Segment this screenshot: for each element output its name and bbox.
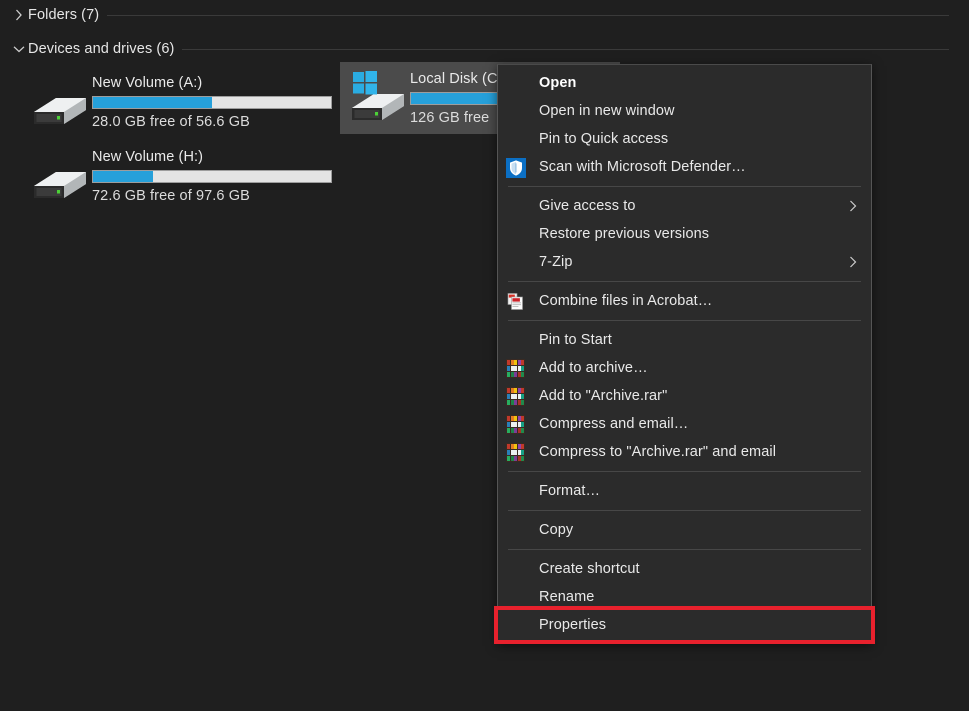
menu-item-copy[interactable]: Copy: [498, 516, 871, 544]
winrar-icon: [506, 358, 530, 378]
menu-separator: [508, 549, 861, 550]
drive-free-space-label: 72.6 GB free of 97.6 GB: [92, 187, 298, 205]
drive-context-menu[interactable]: Open Open in new window Pin to Quick acces…: [497, 64, 872, 644]
menu-item-scan-with-microsoft-defender[interactable]: Scan with Microsoft Defender…: [498, 153, 871, 181]
menu-item-7-zip[interactable]: 7-Zip: [498, 248, 871, 276]
menu-item-label: Scan with Microsoft Defender…: [539, 159, 861, 175]
menu-item-pin-to-quick-access[interactable]: Pin to Quick access: [498, 125, 871, 153]
menu-item-add-to-archive[interactable]: Add to archive…: [498, 354, 871, 382]
group-title-devices-and-drives: Devices and drives (6): [28, 41, 182, 57]
menu-icon-placeholder: [506, 129, 530, 149]
menu-item-give-access-to[interactable]: Give access to: [498, 192, 871, 220]
winrar-icon: [506, 386, 530, 406]
menu-item-restore-previous-versions[interactable]: Restore previous versions: [498, 220, 871, 248]
menu-separator: [508, 186, 861, 187]
menu-item-label: Copy: [539, 522, 861, 538]
menu-item-pin-to-start[interactable]: Pin to Start: [498, 326, 871, 354]
menu-item-label: Rename: [539, 589, 861, 605]
chevron-right-icon[interactable]: [10, 6, 28, 24]
menu-item-properties[interactable]: Properties: [498, 611, 871, 639]
winrar-icon: [506, 442, 530, 462]
menu-item-open-in-new-window[interactable]: Open in new window: [498, 97, 871, 125]
menu-item-label: Create shortcut: [539, 561, 861, 577]
acrobat-icon: [506, 291, 530, 311]
menu-icon-placeholder: [506, 615, 530, 635]
menu-icon-placeholder: [506, 224, 530, 244]
drive-capacity-fill: [93, 97, 212, 108]
menu-icon-placeholder: [506, 587, 530, 607]
menu-item-label: Compress to "Archive.rar" and email: [539, 444, 861, 460]
group-title-folders: Folders (7): [28, 7, 107, 23]
menu-item-format[interactable]: Format…: [498, 477, 871, 505]
menu-item-combine-files-in-acrobat[interactable]: Combine files in Acrobat…: [498, 287, 871, 315]
chevron-right-icon: [845, 254, 861, 270]
menu-item-label: Pin to Start: [539, 332, 861, 348]
menu-item-label: Add to archive…: [539, 360, 861, 376]
hard-drive-icon: [26, 70, 92, 134]
menu-item-label: Open: [539, 75, 861, 91]
menu-icon-placeholder: [506, 481, 530, 501]
menu-icon-placeholder: [506, 73, 530, 93]
menu-item-label: Format…: [539, 483, 861, 499]
group-header-folders[interactable]: Folders (7): [10, 4, 955, 26]
menu-icon-placeholder: [506, 252, 530, 272]
menu-item-rename[interactable]: Rename: [498, 583, 871, 611]
menu-icon-placeholder: [506, 520, 530, 540]
menu-item-label: Properties: [539, 617, 861, 633]
menu-icon-placeholder: [506, 101, 530, 121]
menu-item-label: Restore previous versions: [539, 226, 861, 242]
menu-item-create-shortcut[interactable]: Create shortcut: [498, 555, 871, 583]
menu-item-compress-to-archive-rar-and-email[interactable]: Compress to "Archive.rar" and email: [498, 438, 871, 466]
defender-shield-icon: [506, 157, 530, 177]
menu-icon-placeholder: [506, 559, 530, 579]
menu-item-open[interactable]: Open: [498, 69, 871, 97]
winrar-icon: [506, 414, 530, 434]
menu-item-label: Combine files in Acrobat…: [539, 293, 861, 309]
windows-logo-badge-icon: [352, 70, 378, 96]
group-divider-folders: [107, 15, 949, 16]
menu-item-label: 7-Zip: [539, 254, 845, 270]
menu-separator: [508, 281, 861, 282]
menu-item-label: Give access to: [539, 198, 845, 214]
drive-name-label: New Volume (A:): [92, 74, 298, 93]
drive-free-space-label: 28.0 GB free of 56.6 GB: [92, 113, 298, 131]
menu-item-label: Open in new window: [539, 103, 861, 119]
drive-name-label: New Volume (H:): [92, 148, 298, 167]
menu-separator: [508, 471, 861, 472]
hard-drive-icon: [26, 144, 92, 208]
menu-item-label: Pin to Quick access: [539, 131, 861, 147]
group-divider-devices: [182, 49, 949, 50]
menu-item-label: Compress and email…: [539, 416, 861, 432]
drive-capacity-fill: [93, 171, 153, 182]
drive-tile-a[interactable]: New Volume (A:) 28.0 GB free of 56.6 GB: [22, 66, 302, 138]
menu-separator: [508, 320, 861, 321]
chevron-down-icon[interactable]: [10, 40, 28, 58]
hard-drive-icon: [344, 66, 410, 130]
drive-tile-h[interactable]: New Volume (H:) 72.6 GB free of 97.6 GB: [22, 140, 302, 212]
menu-item-add-to-archive-rar[interactable]: Add to "Archive.rar": [498, 382, 871, 410]
drive-capacity-bar: [92, 96, 332, 109]
chevron-right-icon: [845, 198, 861, 214]
drive-capacity-bar: [92, 170, 332, 183]
drive-info-a: New Volume (A:) 28.0 GB free of 56.6 GB: [92, 70, 298, 131]
menu-icon-placeholder: [506, 330, 530, 350]
drive-info-h: New Volume (H:) 72.6 GB free of 97.6 GB: [92, 144, 298, 205]
menu-separator: [508, 510, 861, 511]
menu-icon-placeholder: [506, 196, 530, 216]
menu-item-compress-and-email[interactable]: Compress and email…: [498, 410, 871, 438]
menu-item-label: Add to "Archive.rar": [539, 388, 861, 404]
group-header-devices-and-drives[interactable]: Devices and drives (6): [10, 38, 955, 60]
